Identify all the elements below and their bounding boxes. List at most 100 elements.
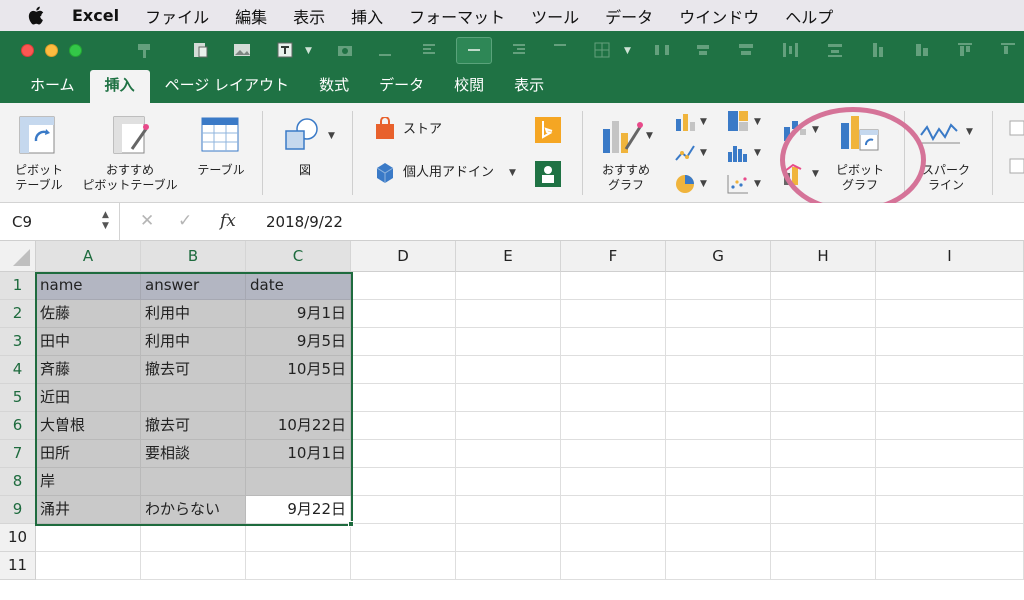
cell-I8[interactable] <box>876 468 1024 496</box>
cell-F3[interactable] <box>561 328 666 356</box>
cell-F11[interactable] <box>561 552 666 580</box>
cell-G5[interactable] <box>666 384 771 412</box>
cell-D1[interactable] <box>351 272 456 300</box>
cell-F1[interactable] <box>561 272 666 300</box>
cell-H8[interactable] <box>771 468 876 496</box>
cell-A9[interactable]: 涌井 <box>36 496 141 524</box>
chevron-down-icon[interactable]: ▼ <box>700 179 707 189</box>
tab-view[interactable]: 表示 <box>499 70 559 103</box>
cell-D2[interactable] <box>351 300 456 328</box>
zoom-window-icon[interactable] <box>69 44 82 57</box>
menu-view[interactable]: 表示 <box>293 4 325 28</box>
recommended-pivot-button[interactable]: おすすめ ピボットテーブル <box>75 163 185 193</box>
row-header[interactable]: 11 <box>0 552 36 580</box>
chevron-down-icon[interactable]: ▼ <box>700 117 707 127</box>
cell-E9[interactable] <box>456 496 561 524</box>
hierarchy-chart-icon[interactable] <box>726 109 750 133</box>
cell-B2[interactable]: 利用中 <box>141 300 246 328</box>
column-header[interactable]: D <box>351 241 456 272</box>
cell-G10[interactable] <box>666 524 771 552</box>
app-menu-excel[interactable]: Excel <box>72 6 119 25</box>
menu-file[interactable]: ファイル <box>145 4 209 28</box>
close-window-icon[interactable] <box>21 44 34 57</box>
cell-D5[interactable] <box>351 384 456 412</box>
cell-H4[interactable] <box>771 356 876 384</box>
cell-I11[interactable] <box>876 552 1024 580</box>
table-icon[interactable] <box>200 115 240 155</box>
cell-I4[interactable] <box>876 356 1024 384</box>
cell-E11[interactable] <box>456 552 561 580</box>
cell-H6[interactable] <box>771 412 876 440</box>
sparkline-icon[interactable] <box>918 119 962 149</box>
row-header[interactable]: 9 <box>0 496 36 524</box>
tab-formulas[interactable]: 数式 <box>304 70 364 103</box>
cell-G11[interactable] <box>666 552 771 580</box>
cell-G3[interactable] <box>666 328 771 356</box>
menu-edit[interactable]: 編集 <box>235 4 267 28</box>
align-top-alt-icon[interactable] <box>998 40 1018 60</box>
cell-B5[interactable] <box>141 384 246 412</box>
cell-D11[interactable] <box>351 552 456 580</box>
cell-G8[interactable] <box>666 468 771 496</box>
cell-A2[interactable]: 佐藤 <box>36 300 141 328</box>
cell-C4[interactable]: 10月5日 <box>246 356 351 384</box>
row-header[interactable]: 10 <box>0 524 36 552</box>
menu-tools[interactable]: ツール <box>531 4 579 28</box>
cell-D4[interactable] <box>351 356 456 384</box>
cell-B10[interactable] <box>141 524 246 552</box>
name-box-stepper-icon[interactable]: ▲ ▼ <box>102 210 109 232</box>
column-header[interactable]: E <box>456 241 561 272</box>
row-header[interactable]: 5 <box>0 384 36 412</box>
cell-G2[interactable] <box>666 300 771 328</box>
cell-E1[interactable] <box>456 272 561 300</box>
cell-F8[interactable] <box>561 468 666 496</box>
menu-format[interactable]: フォーマット <box>409 4 505 28</box>
cell-A3[interactable]: 田中 <box>36 328 141 356</box>
row-header[interactable]: 7 <box>0 440 36 468</box>
tab-data[interactable]: データ <box>364 70 439 103</box>
recommended-charts-icon[interactable] <box>600 115 644 157</box>
cell-I10[interactable] <box>876 524 1024 552</box>
tab-home[interactable]: ホーム <box>15 70 90 103</box>
scatter-chart-icon[interactable] <box>726 173 750 195</box>
menu-help[interactable]: ヘルプ <box>785 4 833 28</box>
column-header[interactable]: I <box>876 241 1024 272</box>
distribute-icon[interactable] <box>652 40 672 60</box>
cell-I2[interactable] <box>876 300 1024 328</box>
name-box[interactable]: C9 ▲ ▼ <box>0 203 120 241</box>
cell-F5[interactable] <box>561 384 666 412</box>
cell-A6[interactable]: 大曽根 <box>36 412 141 440</box>
cell-H3[interactable] <box>771 328 876 356</box>
cell-I3[interactable] <box>876 328 1024 356</box>
align-right-icon[interactable] <box>508 40 528 60</box>
align-objects-icon[interactable] <box>736 40 756 60</box>
align-left-icon[interactable] <box>420 40 440 60</box>
cell-C2[interactable]: 9月1日 <box>246 300 351 328</box>
cell-H10[interactable] <box>771 524 876 552</box>
cell-B3[interactable]: 利用中 <box>141 328 246 356</box>
cell-C9[interactable]: 9月22日 <box>246 496 351 524</box>
table-button[interactable]: テーブル <box>190 163 252 178</box>
column-header[interactable]: A <box>36 241 141 272</box>
cell-G6[interactable] <box>666 412 771 440</box>
cell-H2[interactable] <box>771 300 876 328</box>
cell-I6[interactable] <box>876 412 1024 440</box>
cell-A8[interactable]: 岸 <box>36 468 141 496</box>
text-group-icon[interactable] <box>1008 119 1024 179</box>
pie-chart-icon[interactable] <box>674 173 696 195</box>
cell-D6[interactable] <box>351 412 456 440</box>
cell-F10[interactable] <box>561 524 666 552</box>
select-all-corner[interactable] <box>0 241 36 272</box>
cell-B11[interactable] <box>141 552 246 580</box>
row-header[interactable]: 8 <box>0 468 36 496</box>
pivot-table-button[interactable]: ピボット テーブル <box>8 163 70 193</box>
cell-F7[interactable] <box>561 440 666 468</box>
cell-H5[interactable] <box>771 384 876 412</box>
cell-E2[interactable] <box>456 300 561 328</box>
addins-icon[interactable] <box>374 161 396 185</box>
cell-E7[interactable] <box>456 440 561 468</box>
chevron-down-icon[interactable]: ▼ <box>754 117 761 127</box>
cell-I1[interactable] <box>876 272 1024 300</box>
cell-A7[interactable]: 田所 <box>36 440 141 468</box>
cell-E10[interactable] <box>456 524 561 552</box>
